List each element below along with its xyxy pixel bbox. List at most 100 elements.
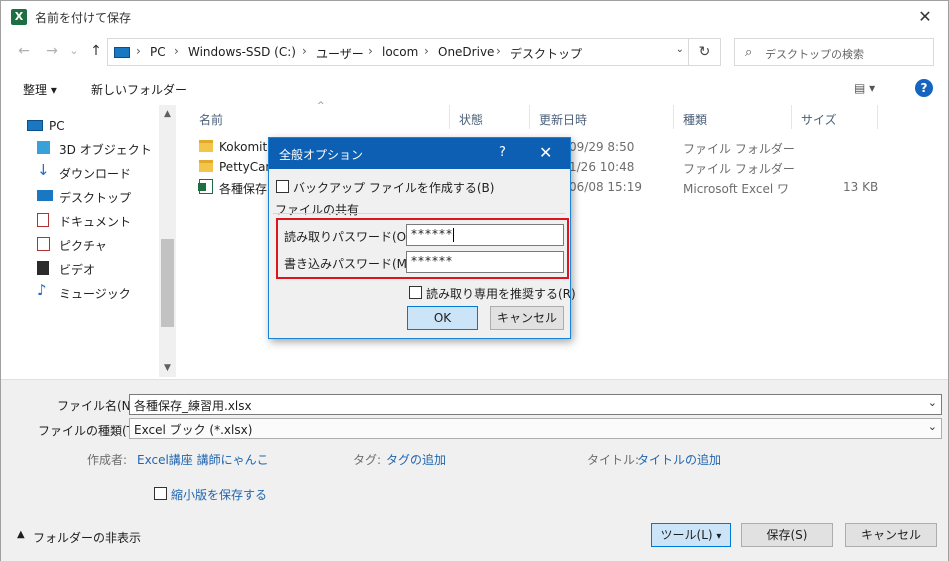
sidebar-item-label: デスクトップ xyxy=(59,191,132,205)
write-password-label: 書き込みパスワード(M): xyxy=(284,257,416,271)
dialog-cancel-button[interactable]: キャンセル xyxy=(490,306,564,330)
filename-value: 各種保存_練習用.xlsx xyxy=(134,399,252,413)
readonly-recommended-label[interactable]: 読み取り専用を推奨する(R) xyxy=(426,285,576,302)
folder-icon xyxy=(199,140,213,152)
sidebar-item-downloads[interactable]: ↓ ダウンロード xyxy=(37,161,177,183)
dialog-ok-button[interactable]: OK xyxy=(407,306,478,330)
breadcrumb-users[interactable]: ユーザー xyxy=(316,45,364,62)
cancel-button[interactable]: キャンセル xyxy=(845,523,937,547)
sidebar-item-music[interactable]: ♪ ミュージック xyxy=(37,281,177,303)
breadcrumb-separator: › xyxy=(424,44,429,58)
write-password-input[interactable]: ****** xyxy=(406,251,564,273)
sidebar-item-videos[interactable]: ビデオ xyxy=(37,257,177,279)
sidebar-item-label: 3D オブジェクト xyxy=(59,143,152,157)
filetype-label: ファイルの種類(T): xyxy=(38,424,143,438)
breadcrumb-onedrive[interactable]: OneDrive xyxy=(438,45,494,59)
breadcrumb-user[interactable]: locom xyxy=(382,45,418,59)
save-button[interactable]: 保存(S) xyxy=(741,523,833,547)
dialog-close-button[interactable]: ✕ xyxy=(539,143,552,162)
3d-objects-icon xyxy=(37,141,50,154)
backup-label[interactable]: バックアップ ファイルを作成する(B) xyxy=(293,179,494,196)
file-modified: 1/26 10:48 xyxy=(569,160,635,174)
thumbnail-label[interactable]: 縮小版を保存する xyxy=(171,486,267,503)
general-options-dialog: 全般オプション ? ✕ バックアップ ファイルを作成する(B) ファイルの共有 … xyxy=(268,137,576,339)
column-divider xyxy=(673,105,674,129)
column-size[interactable]: サイズ xyxy=(801,111,837,128)
column-name[interactable]: 名前 xyxy=(199,111,223,128)
breadcrumb-separator: › xyxy=(368,44,373,58)
save-as-window: X 名前を付けて保存 ✕ ← → ⌄ ↑ › PC › Windows-SSD … xyxy=(0,0,949,561)
up-button[interactable]: ↑ xyxy=(85,40,107,62)
sidebar-item-pc[interactable]: PC xyxy=(27,115,167,137)
sidebar-item-pictures[interactable]: ピクチャ xyxy=(37,233,177,255)
sort-ascending-icon: ^ xyxy=(317,101,325,111)
back-button[interactable]: ← xyxy=(13,40,35,62)
recent-locations-button[interactable]: ⌄ xyxy=(63,40,85,62)
sidebar-item-documents[interactable]: ドキュメント xyxy=(37,209,177,231)
chevron-down-icon[interactable]: ⌄ xyxy=(676,44,684,55)
command-toolbar: 整理 ▾ 新しいフォルダー ▤ ▾ ? xyxy=(1,73,948,105)
backup-checkbox[interactable] xyxy=(276,180,289,193)
file-size: 13 KB xyxy=(843,180,879,194)
password-highlight-box: 読み取りパスワード(O): ****** 書き込みパスワード(M): *****… xyxy=(276,218,569,279)
sidebar-item-label: ミュージック xyxy=(59,287,131,301)
chevron-down-icon[interactable]: ⌄ xyxy=(928,396,937,409)
dialog-title: 全般オプション xyxy=(279,148,364,162)
share-group-label: ファイルの共有 xyxy=(275,203,360,217)
filename-input[interactable]: 各種保存_練習用.xlsx ⌄ xyxy=(129,394,942,415)
organize-button[interactable]: 整理 ▾ xyxy=(23,81,57,98)
scrollbar-thumb[interactable] xyxy=(161,239,174,327)
tag-label: タグ: xyxy=(353,453,382,467)
chevron-down-icon[interactable]: ⌄ xyxy=(928,420,937,433)
breadcrumb-desktop[interactable]: デスクトップ xyxy=(510,45,582,62)
read-password-value: ****** xyxy=(411,227,454,242)
column-type[interactable]: 種類 xyxy=(683,111,707,128)
thumbnail-checkbox[interactable] xyxy=(154,487,167,500)
pictures-icon xyxy=(37,237,50,251)
new-folder-button[interactable]: 新しいフォルダー xyxy=(91,81,187,98)
search-box[interactable]: ⌕ デスクトップの検索 xyxy=(734,38,934,66)
filetype-select[interactable]: Excel ブック (*.xlsx) ⌄ xyxy=(129,418,942,439)
pc-icon xyxy=(114,47,130,58)
filename-label: ファイル名(N): xyxy=(57,399,140,413)
forward-button[interactable]: → xyxy=(41,40,63,62)
breadcrumb-separator: › xyxy=(496,44,501,58)
tools-label: ツール(L) xyxy=(660,528,713,542)
music-icon: ♪ xyxy=(37,281,47,299)
breadcrumb-pc[interactable]: PC xyxy=(150,45,166,59)
column-status[interactable]: 状態 xyxy=(459,111,483,128)
address-bar[interactable]: › PC › Windows-SSD (C:) › ユーザー › locom ›… xyxy=(107,38,721,66)
author-value[interactable]: Excel講座 講師にゃんこ xyxy=(137,451,269,468)
close-window-button[interactable]: ✕ xyxy=(910,3,940,31)
title-value[interactable]: タイトルの追加 xyxy=(637,451,721,468)
tools-button[interactable]: ツール(L) ▾ xyxy=(651,523,731,547)
scroll-up-icon[interactable]: ▲ xyxy=(159,109,176,119)
breadcrumb-separator: › xyxy=(136,44,141,58)
title-bar: X 名前を付けて保存 ✕ xyxy=(1,1,948,33)
write-password-value: ****** xyxy=(411,254,453,268)
sidebar-item-desktop[interactable]: デスクトップ xyxy=(37,185,177,207)
refresh-button[interactable]: ↻ xyxy=(688,39,720,65)
chevron-up-icon[interactable]: ▲ xyxy=(17,529,25,540)
column-modified[interactable]: 更新日時 xyxy=(539,111,587,128)
scroll-down-icon[interactable]: ▼ xyxy=(159,363,176,373)
view-options-button[interactable]: ▤ ▾ xyxy=(854,81,875,95)
readonly-recommended-checkbox[interactable] xyxy=(409,286,422,299)
column-divider xyxy=(449,105,450,129)
file-name: 各種保存 xyxy=(219,182,268,196)
tag-value[interactable]: タグの追加 xyxy=(386,451,446,468)
dialog-help-button[interactable]: ? xyxy=(499,145,506,160)
help-icon[interactable]: ? xyxy=(915,79,933,97)
read-password-input[interactable]: ****** xyxy=(406,224,564,246)
sidebar-scrollbar[interactable]: ▲ ▼ xyxy=(159,105,176,377)
sidebar-item-3d-objects[interactable]: 3D オブジェクト xyxy=(37,137,177,159)
column-divider xyxy=(529,105,530,129)
sidebar-item-label: ピクチャ xyxy=(59,239,107,253)
video-icon xyxy=(37,261,49,275)
file-modified: 09/29 8:50 xyxy=(569,140,635,154)
window-title: 名前を付けて保存 xyxy=(35,11,132,25)
hide-folders-button[interactable]: フォルダーの非表示 xyxy=(33,529,141,546)
sidebar-item-label: ビデオ xyxy=(59,263,96,277)
breadcrumb-separator: › xyxy=(302,44,307,58)
breadcrumb-drive[interactable]: Windows-SSD (C:) xyxy=(188,45,296,59)
